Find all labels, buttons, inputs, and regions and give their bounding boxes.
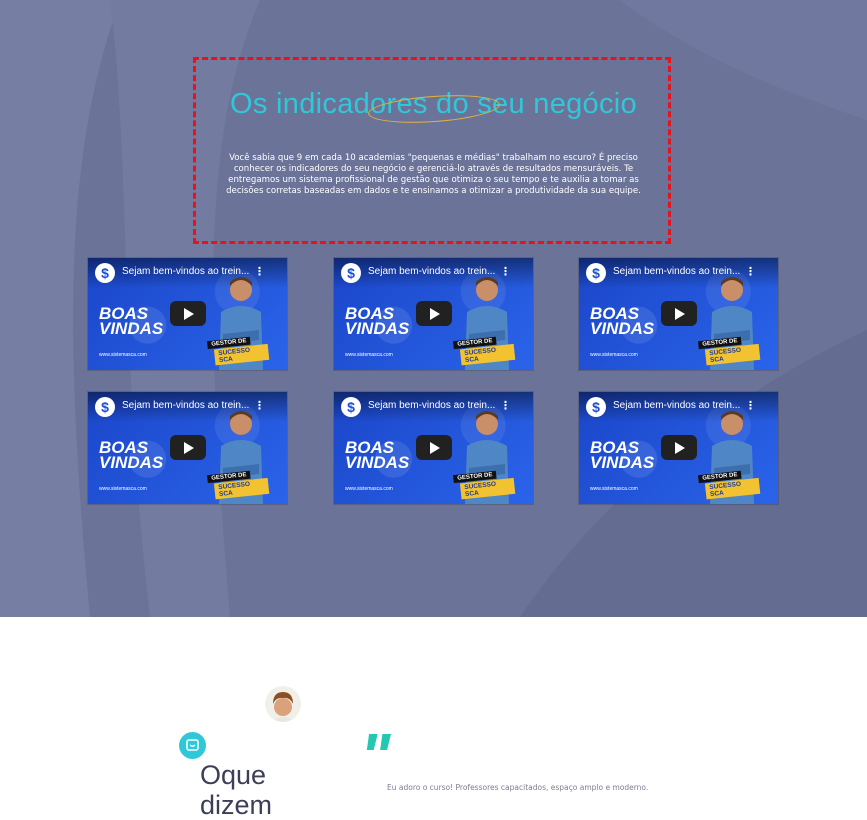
play-button[interactable]	[416, 435, 452, 460]
channel-logo-icon[interactable]: $	[95, 263, 115, 283]
gestor-badge: GESTOR DE SUCESSO SCA	[453, 335, 516, 366]
testimonial-text: Eu adoro o curso! Professores capacitado…	[387, 783, 649, 792]
video-card-3[interactable]: $ Sejam bem-vindos ao trein... ⋮ BOAS VIN…	[579, 258, 778, 370]
thumbnail-headline: BOAS VINDAS	[345, 304, 410, 338]
video-card-6[interactable]: $ Sejam bem-vindos ao trein... ⋮ BOAS VIN…	[579, 392, 778, 504]
play-button[interactable]	[170, 435, 206, 460]
channel-logo-icon[interactable]: $	[95, 397, 115, 417]
video-card-1[interactable]: $ Sejam bem-vindos ao trein... ⋮ BOAS VIN…	[88, 258, 287, 370]
site-url: www.sistemasca.com	[99, 486, 147, 492]
channel-logo-icon[interactable]: $	[586, 397, 606, 417]
thumbnail-headline: BOAS VINDAS	[99, 304, 164, 338]
thumbnail-headline: BOAS VINDAS	[345, 438, 410, 472]
thumbnail-headline: BOAS VINDAS	[590, 438, 655, 472]
gestor-badge: GESTOR DE SUCESSO SCA	[207, 335, 270, 366]
channel-logo-icon[interactable]: $	[341, 397, 361, 417]
site-url: www.sistemasca.com	[590, 486, 638, 492]
thumbnail-headline: BOAS VINDAS	[99, 438, 164, 472]
play-button[interactable]	[416, 301, 452, 326]
testimonials-title: Oque dizem	[200, 760, 273, 820]
gestor-badge: GESTOR DE SUCESSO SCA	[698, 469, 761, 500]
video-card-5[interactable]: $ Sejam bem-vindos ao trein... ⋮ BOAS VIN…	[334, 392, 533, 504]
user-avatar[interactable]	[265, 686, 301, 722]
gestor-badge: GESTOR DE SUCESSO SCA	[698, 335, 761, 366]
play-button[interactable]	[661, 435, 697, 460]
video-card-4[interactable]: $ Sejam bem-vindos ao trein... ⋮ BOAS VIN…	[88, 392, 287, 504]
channel-logo-icon[interactable]: $	[586, 263, 606, 283]
hero-section: Os indicadores do seu negócio Você sabia…	[0, 0, 867, 617]
hero-description: Você sabia que 9 em cada 10 academias "p…	[226, 153, 641, 196]
site-url: www.sistemasca.com	[345, 486, 393, 492]
gestor-badge: GESTOR DE SUCESSO SCA	[207, 469, 270, 500]
play-button[interactable]	[170, 301, 206, 326]
thumbnail-headline: BOAS VINDAS	[590, 304, 655, 338]
chat-bubble-icon	[179, 732, 206, 759]
highlight-dashed-box	[193, 57, 671, 244]
site-url: www.sistemasca.com	[590, 352, 638, 358]
channel-logo-icon[interactable]: $	[341, 263, 361, 283]
gestor-badge: GESTOR DE SUCESSO SCA	[453, 469, 516, 500]
site-url: www.sistemasca.com	[99, 352, 147, 358]
avatar-face-icon	[271, 692, 295, 722]
quote-mark-icon: "	[360, 720, 390, 792]
video-card-2[interactable]: $ Sejam bem-vindos ao trein... ⋮ BOAS VIN…	[334, 258, 533, 370]
play-button[interactable]	[661, 301, 697, 326]
site-url: www.sistemasca.com	[345, 352, 393, 358]
